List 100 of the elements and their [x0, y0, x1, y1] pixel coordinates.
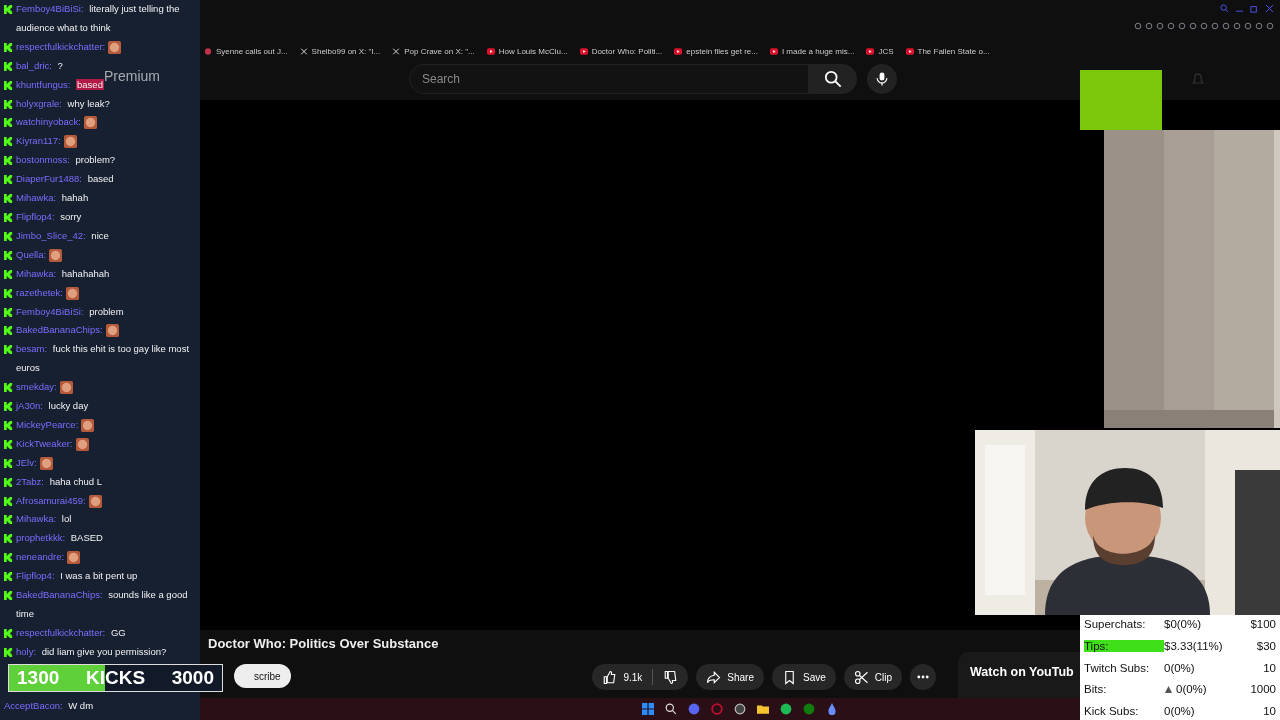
folder-icon[interactable] [757, 703, 769, 715]
search-input[interactable]: Search [420, 71, 808, 87]
close-icon[interactable] [1265, 4, 1274, 13]
chat-message: DiaperFur1488: based [16, 172, 114, 187]
stat-value: 0(0%) [1164, 661, 1195, 674]
like-dislike-control[interactable]: 9.1k [592, 664, 689, 690]
stat-goal: 1000 [1250, 683, 1276, 696]
kick-logo-icon [4, 553, 13, 563]
search-field[interactable]: Search [409, 64, 809, 94]
chat-username[interactable]: Quella: [16, 245, 47, 265]
stat-value: 0(0%) [1176, 683, 1207, 696]
stat-label: Kick Subs: [1084, 705, 1140, 717]
kick-logo-icon [4, 326, 13, 336]
stat-goal: 10 [1263, 661, 1276, 674]
video-action-button[interactable]: Clip [843, 664, 902, 690]
droplet-icon[interactable] [826, 703, 838, 715]
video-action-button[interactable]: Save [771, 664, 836, 690]
chat-message: Mihawka: hahah [16, 191, 89, 206]
bookmark-item[interactable]: Shelbo99 on X: "I... [299, 46, 381, 56]
bookmark-item[interactable]: Pop Crave on X: "... [392, 46, 475, 56]
share-icon[interactable] [706, 669, 722, 685]
chat-username[interactable]: neneandre: [16, 548, 65, 568]
kick-logo-icon [4, 42, 13, 52]
kick-logo-icon [4, 477, 13, 487]
search-icon[interactable] [824, 70, 842, 88]
kick-logo-icon [4, 458, 13, 468]
kick-logo-icon [4, 5, 13, 14]
chat-username[interactable]: respectfulkickchatter: [16, 37, 106, 57]
chat-message: prophetkkk: BASED [16, 531, 103, 546]
stat-label: Twitch Subs: [1084, 661, 1151, 674]
scissors-icon[interactable] [853, 669, 869, 685]
kick-logo-icon [4, 231, 13, 241]
chat-message: Jimbo_Slice_42: nice [16, 228, 109, 243]
kick-logo-icon [4, 99, 13, 109]
windows-start-icon[interactable] [642, 703, 654, 715]
chat-message: bal_dric: ? [16, 58, 63, 73]
chat-username[interactable]: watchinyoback: [16, 113, 81, 133]
thumbs-up-icon[interactable] [602, 669, 618, 685]
chat-message: besam: fuck this ehit is too gay like most euros [16, 342, 191, 376]
kick-logo-icon [4, 383, 13, 393]
kick-logo-icon [4, 80, 13, 90]
ring-icon[interactable] [711, 703, 723, 715]
search-icon[interactable] [665, 703, 677, 715]
bookmark-item[interactable]: The Fallen State o... [905, 46, 990, 56]
like-count: 9.1k [623, 671, 643, 683]
bookmark-item[interactable]: How Louis McClu... [486, 46, 568, 56]
kick-logo-icon [4, 175, 13, 185]
microphone-button[interactable] [867, 64, 897, 94]
chat-message: holyxgrale: why leak? [16, 96, 110, 111]
music-app-icon[interactable] [780, 703, 792, 715]
chat-message: Flipflop4: I was a bit pent up [16, 569, 138, 584]
thumbs-down-icon[interactable] [663, 669, 679, 685]
subscribe-button[interactable]: scribe [234, 664, 291, 688]
bookmark-item[interactable]: Doctor Who: Politi... [579, 46, 663, 56]
microphone-icon[interactable] [874, 71, 890, 87]
kick-logo-icon [4, 269, 13, 279]
chat-message: Femboy4BiBiSi: literally just telling the audience what to think [16, 2, 181, 35]
stat-value: 0(0%) [1164, 705, 1195, 717]
chat-username[interactable]: KickTweaker: [16, 434, 73, 454]
kick-logo-icon [4, 250, 13, 260]
kick-logo-icon [4, 534, 13, 544]
kick-logo-icon [4, 515, 13, 525]
restore-icon[interactable] [1250, 4, 1259, 13]
play-icon [866, 47, 875, 55]
bookmark-item[interactable]: epstein files get re... [674, 46, 758, 56]
video-action-button[interactable]: Share [696, 664, 764, 690]
chat-username[interactable]: Kiyran117: [16, 132, 61, 152]
chat-username[interactable]: Afrosamurai459: [16, 491, 86, 511]
chat-message: respectfulkickchatter: GG [16, 625, 126, 640]
chat-username[interactable]: MickeyPearce: [16, 415, 79, 435]
chat-username[interactable]: smekday: [16, 378, 57, 398]
bookmark-item[interactable]: JCS [866, 46, 894, 56]
play-icon [674, 47, 683, 55]
search-button[interactable] [809, 64, 857, 94]
chat-message: Femboy4BiBiSi: problem [16, 304, 124, 319]
play-icon [579, 47, 588, 55]
kick-logo-icon [4, 420, 13, 430]
chat-username[interactable]: razethetek: [16, 283, 63, 303]
stat-label: Tips: [1084, 639, 1164, 652]
chat-message: holy: did liam give you permission? [16, 644, 167, 659]
stat-goal: 10 [1263, 705, 1276, 717]
kicks-target: 3000 [171, 667, 214, 689]
kick-logo-icon [4, 402, 13, 412]
play-icon [769, 47, 778, 55]
kick-logo-icon [4, 118, 13, 128]
more-button[interactable] [910, 664, 936, 690]
chat-message: Mihawka: lol [16, 512, 72, 527]
kick-logo-icon [4, 591, 13, 601]
chat-app-icon[interactable] [688, 703, 700, 715]
chat-message: BakedBananaChips: sounds like a good time [16, 588, 189, 621]
chat-username[interactable]: BakedBananaChips: [16, 321, 103, 341]
chat-username[interactable]: JElv: [16, 453, 37, 473]
bookmark-item[interactable]: I made a huge mis... [769, 46, 855, 56]
stat-value: $3.33(11%) [1164, 639, 1223, 652]
camera-app-icon[interactable] [734, 703, 746, 715]
chat-message: khuntfungus: based [16, 77, 104, 92]
kick-logo-icon [4, 194, 13, 204]
xbox-icon[interactable] [803, 703, 815, 715]
chat-message: jA30n: lucky day [16, 399, 89, 414]
bookmark-item[interactable]: Syenne calls out J... [204, 46, 288, 56]
